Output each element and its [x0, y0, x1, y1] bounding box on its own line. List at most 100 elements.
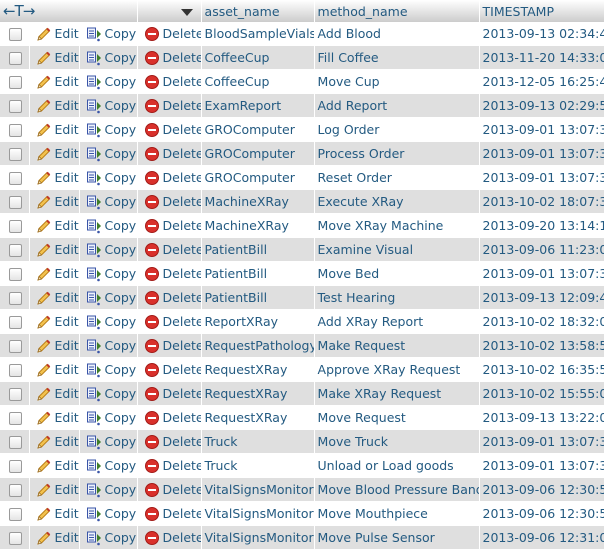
row-checkbox[interactable] — [9, 124, 22, 137]
method-name-cell: Move Request — [314, 405, 480, 430]
row-checkbox[interactable] — [9, 484, 22, 497]
edit-button[interactable]: Edit — [36, 25, 78, 42]
copy-button[interactable]: Copy — [86, 121, 136, 138]
copy-button[interactable]: Copy — [86, 385, 136, 402]
column-toggle-header[interactable]: ←T→ — [0, 0, 138, 22]
edit-button[interactable]: Edit — [36, 433, 78, 450]
edit-button[interactable]: Edit — [36, 265, 78, 282]
delete-button[interactable]: Delete — [144, 25, 200, 42]
delete-button[interactable]: Delete — [144, 529, 200, 546]
edit-button[interactable]: Edit — [36, 385, 78, 402]
row-checkbox[interactable] — [9, 316, 22, 329]
column-toggle-arrows-icon[interactable]: ←T→ — [3, 2, 35, 20]
edit-button[interactable]: Edit — [36, 217, 78, 234]
copy-icon — [86, 51, 101, 66]
copy-button[interactable]: Copy — [86, 409, 136, 426]
copy-button[interactable]: Copy — [86, 481, 136, 498]
delete-button[interactable]: Delete — [144, 313, 200, 330]
delete-button[interactable]: Delete — [144, 457, 200, 474]
edit-button[interactable]: Edit — [36, 457, 78, 474]
asset-name-cell: Truck — [201, 453, 315, 478]
row-checkbox[interactable] — [9, 76, 22, 89]
copy-button[interactable]: Copy — [86, 433, 136, 450]
row-checkbox[interactable] — [9, 268, 22, 281]
edit-button[interactable]: Edit — [36, 505, 78, 522]
row-checkbox[interactable] — [9, 364, 22, 377]
edit-button[interactable]: Edit — [36, 241, 78, 258]
edit-button[interactable]: Edit — [36, 49, 78, 66]
row-checkbox[interactable] — [9, 460, 22, 473]
copy-button[interactable]: Copy — [86, 241, 136, 258]
copy-button[interactable]: Copy — [86, 49, 136, 66]
delete-button[interactable]: Delete — [144, 97, 200, 114]
edit-button[interactable]: Edit — [36, 337, 78, 354]
delete-button[interactable]: Delete — [144, 433, 200, 450]
edit-button[interactable]: Edit — [36, 481, 78, 498]
sort-dropdown-icon[interactable] — [180, 8, 193, 16]
delete-button[interactable]: Delete — [144, 505, 200, 522]
delete-button[interactable]: Delete — [144, 385, 200, 402]
copy-button[interactable]: Copy — [86, 193, 136, 210]
copy-button[interactable]: Copy — [86, 97, 136, 114]
row-checkbox[interactable] — [9, 532, 22, 545]
row-checkbox[interactable] — [9, 100, 22, 113]
delete-button[interactable]: Delete — [144, 337, 200, 354]
row-checkbox[interactable] — [9, 244, 22, 257]
edit-button[interactable]: Edit — [36, 193, 78, 210]
delete-button[interactable]: Delete — [144, 265, 200, 282]
copy-button[interactable]: Copy — [86, 265, 136, 282]
copy-button[interactable]: Copy — [86, 337, 136, 354]
copy-button[interactable]: Copy — [86, 457, 136, 474]
timestamp-cell: 2013-10-02 16:35:50 — [479, 357, 604, 382]
row-checkbox[interactable] — [9, 436, 22, 449]
copy-button[interactable]: Copy — [86, 313, 136, 330]
row-checkbox[interactable] — [9, 220, 22, 233]
delete-button[interactable]: Delete — [144, 409, 200, 426]
delete-button[interactable]: Delete — [144, 217, 200, 234]
row-checkbox[interactable] — [9, 292, 22, 305]
copy-button[interactable]: Copy — [86, 505, 136, 522]
row-checkbox[interactable] — [9, 388, 22, 401]
row-checkbox[interactable] — [9, 340, 22, 353]
row-checkbox[interactable] — [9, 148, 22, 161]
column-header-timestamp[interactable]: TIMESTAMP — [479, 0, 604, 22]
copy-button[interactable]: Copy — [86, 217, 136, 234]
delete-button[interactable]: Delete — [144, 361, 200, 378]
delete-button[interactable]: Delete — [144, 241, 200, 258]
delete-button[interactable]: Delete — [144, 49, 200, 66]
row-checkbox[interactable] — [9, 28, 22, 41]
edit-button[interactable]: Edit — [36, 313, 78, 330]
delete-button[interactable]: Delete — [144, 289, 200, 306]
row-select-cell — [0, 69, 30, 94]
row-checkbox[interactable] — [9, 52, 22, 65]
delete-button[interactable]: Delete — [144, 145, 200, 162]
edit-button[interactable]: Edit — [36, 121, 78, 138]
column-header-method-name[interactable]: method_name — [314, 0, 480, 22]
copy-button[interactable]: Copy — [86, 145, 136, 162]
delete-button[interactable]: Delete — [144, 73, 200, 90]
copy-button[interactable]: Copy — [86, 361, 136, 378]
row-checkbox[interactable] — [9, 196, 22, 209]
edit-button[interactable]: Edit — [36, 169, 78, 186]
copy-button[interactable]: Copy — [86, 169, 136, 186]
copy-button[interactable]: Copy — [86, 73, 136, 90]
delete-button[interactable]: Delete — [144, 481, 200, 498]
edit-button[interactable]: Edit — [36, 409, 78, 426]
edit-button[interactable]: Edit — [36, 73, 78, 90]
delete-button[interactable]: Delete — [144, 193, 200, 210]
delete-button[interactable]: Delete — [144, 169, 200, 186]
column-header-asset-name[interactable]: asset_name — [201, 0, 315, 22]
row-checkbox[interactable] — [9, 508, 22, 521]
copy-button[interactable]: Copy — [86, 25, 136, 42]
edit-button[interactable]: Edit — [36, 361, 78, 378]
edit-button[interactable]: Edit — [36, 529, 78, 546]
edit-button[interactable]: Edit — [36, 97, 78, 114]
delete-button[interactable]: Delete — [144, 121, 200, 138]
copy-button[interactable]: Copy — [86, 529, 136, 546]
edit-button[interactable]: Edit — [36, 289, 78, 306]
copy-button[interactable]: Copy — [86, 289, 136, 306]
row-checkbox[interactable] — [9, 172, 22, 185]
sort-options-header[interactable] — [137, 0, 202, 22]
edit-button[interactable]: Edit — [36, 145, 78, 162]
row-checkbox[interactable] — [9, 412, 22, 425]
